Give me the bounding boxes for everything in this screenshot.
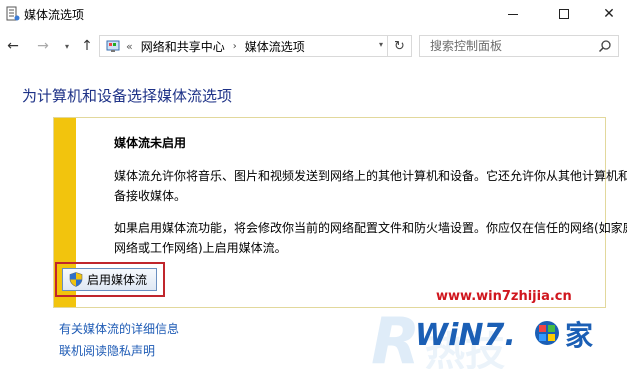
notice-warning: 如果启用媒体流功能，将会修改你当前的网络配置文件和防火墙设置。你应仅在信任的网络… bbox=[114, 221, 627, 255]
breadcrumb-media-stream-options[interactable]: 媒体流选项 bbox=[245, 38, 305, 55]
search-box[interactable] bbox=[419, 35, 619, 57]
media-stream-icon bbox=[6, 6, 20, 21]
maximize-icon bbox=[559, 9, 569, 19]
enable-media-stream-label: 启用媒体流 bbox=[87, 273, 148, 287]
close-icon: ✕ bbox=[603, 6, 615, 22]
svg-text:家: 家 bbox=[565, 319, 593, 352]
watermark-logo: R 热技 WiN7. 家 bbox=[371, 305, 593, 369]
breadcrumb-network-sharing-center[interactable]: 网络和共享中心 bbox=[141, 38, 225, 55]
back-button[interactable]: ← bbox=[4, 36, 22, 56]
address-bar[interactable]: « 网络和共享中心 › 媒体流选项 ▾ ↻ bbox=[99, 35, 412, 57]
navigation-bar: ← → ▾ ↑ « 网络和共享中心 › 媒体流选项 ▾ ↻ bbox=[0, 30, 627, 62]
close-button[interactable]: ✕ bbox=[586, 0, 627, 28]
breadcrumb-overflow[interactable]: « bbox=[126, 40, 133, 53]
recent-locations-button[interactable]: ▾ bbox=[58, 36, 76, 56]
notice-heading: 媒体流未启用 bbox=[114, 136, 187, 150]
svg-text:R: R bbox=[371, 305, 420, 369]
notice-description: 媒体流允许你将音乐、图片和视频发送到网络上的其他计算机和设备。它还允许你从其他计… bbox=[114, 169, 627, 203]
chevron-right-icon[interactable]: › bbox=[233, 41, 237, 52]
chevron-down-icon[interactable]: ▾ bbox=[379, 40, 383, 49]
page-title: 为计算机和设备选择媒体流选项 bbox=[22, 87, 233, 105]
enable-media-stream-button[interactable]: 启用媒体流 bbox=[62, 268, 157, 291]
uac-shield-icon bbox=[69, 272, 83, 287]
window-title: 媒体流选项 bbox=[24, 8, 85, 22]
up-button[interactable]: ↑ bbox=[78, 36, 96, 56]
forward-button[interactable]: → bbox=[34, 36, 52, 56]
minimize-icon bbox=[508, 13, 518, 15]
maximize-button[interactable] bbox=[541, 0, 587, 28]
media-stream-details-link[interactable]: 有关媒体流的详细信息 bbox=[59, 320, 179, 337]
search-icon[interactable] bbox=[598, 39, 612, 53]
refresh-button[interactable]: ↻ bbox=[387, 36, 411, 56]
privacy-statement-link[interactable]: 联机阅读隐私声明 bbox=[59, 342, 155, 359]
title-bar: 媒体流选项 ✕ bbox=[0, 0, 627, 28]
search-input[interactable] bbox=[430, 39, 590, 53]
svg-text:WiN7.: WiN7. bbox=[415, 318, 516, 353]
watermark-url: www.win7zhijia.cn bbox=[436, 289, 572, 304]
control-panel-icon bbox=[106, 40, 120, 52]
minimize-button[interactable] bbox=[490, 0, 536, 28]
